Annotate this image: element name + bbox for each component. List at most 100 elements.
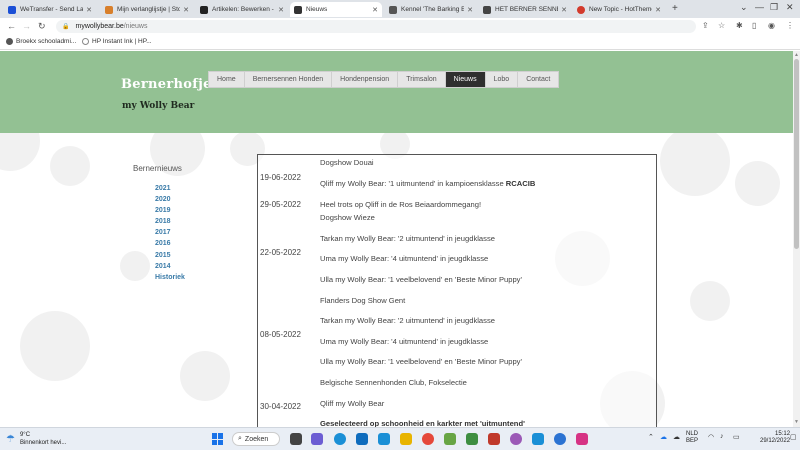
minimize-icon[interactable]: — — [755, 2, 764, 12]
word-icon[interactable] — [356, 433, 368, 445]
share-icon[interactable]: ⇪ — [702, 21, 709, 30]
volume-icon[interactable]: ♪ — [720, 433, 724, 440]
edge-icon[interactable] — [334, 433, 346, 445]
tab-wetransfer[interactable]: WeTransfer - Send Larg... ✕ — [4, 2, 96, 17]
year-link-2016[interactable]: 2016 — [155, 238, 185, 249]
close-icon[interactable]: ✕ — [467, 6, 473, 14]
news-item: Ulla my Wolly Bear: '1 veelbelovend' en … — [320, 357, 522, 366]
tab-verlanglijstje[interactable]: Mijn verlanglijstje | Sto... ✕ — [101, 2, 193, 17]
news-item: Dogshow Wieze — [320, 213, 375, 222]
year-link-2018[interactable]: 2018 — [155, 216, 185, 227]
reload-icon[interactable]: ↻ — [38, 21, 46, 32]
mail-icon[interactable] — [378, 433, 390, 445]
close-icon[interactable]: ✕ — [561, 6, 567, 14]
taskbar-search[interactable]: ⌕ Zoeken — [232, 432, 280, 446]
menu-contact[interactable]: Contact — [518, 72, 558, 87]
year-link-2014[interactable]: 2014 — [155, 261, 185, 272]
bookmark-hp-instant-ink[interactable]: HP Instant Ink | HP... — [82, 38, 152, 45]
extensions-icon[interactable]: ✱ — [736, 21, 743, 30]
close-icon[interactable]: ✕ — [655, 6, 661, 14]
app-icon[interactable] — [444, 433, 456, 445]
scroll-down-icon[interactable]: ▼ — [794, 419, 799, 425]
close-icon[interactable]: ✕ — [183, 6, 189, 14]
teams-icon[interactable] — [311, 433, 323, 445]
year-link-2020[interactable]: 2020 — [155, 194, 185, 205]
menu-lobo[interactable]: Lobo — [486, 72, 519, 87]
close-icon[interactable]: ✕ — [372, 6, 378, 14]
news-item: Qliff my Wolly Bear — [320, 399, 385, 408]
year-link-2017[interactable]: 2017 — [155, 227, 185, 238]
menu-hondenpension[interactable]: Hondenpension — [332, 72, 399, 87]
menu-trimsalon[interactable]: Trimsalon — [398, 72, 446, 87]
new-tab-button[interactable]: + — [672, 3, 678, 14]
tab-artikelen[interactable]: Artikelen: Bewerken - E... ✕ — [196, 2, 288, 17]
back-icon[interactable]: ← — [7, 21, 16, 31]
page-scrollbar[interactable]: ▲ ▼ — [793, 51, 800, 427]
year-link-2015[interactable]: 2015 — [155, 250, 185, 261]
filezilla-icon[interactable] — [488, 433, 500, 445]
app-icon[interactable] — [510, 433, 522, 445]
scrollbar-thumb[interactable] — [794, 59, 799, 249]
file-explorer-icon[interactable] — [400, 433, 412, 445]
site-logo-title[interactable]: Bernerhofje — [121, 77, 212, 92]
news-item: Qliff my Wolly Bear: '1 uitmuntend' in k… — [320, 179, 536, 188]
chevron-down-icon[interactable]: ⌄ — [740, 2, 748, 13]
news-item: Flanders Dog Show Gent — [320, 296, 406, 305]
year-link-2021[interactable]: 2021 — [155, 183, 185, 194]
start-button[interactable] — [212, 433, 224, 445]
lock-icon: 🔒 — [62, 24, 70, 30]
tab-new-topic[interactable]: New Topic - HotTheme... ✕ — [573, 2, 665, 17]
onedrive-icon[interactable]: ☁ — [660, 433, 667, 441]
maximize-icon[interactable]: ❐ — [770, 2, 778, 13]
news-table: 19-06-2022 29-05-2022 22-05-2022 08-05-2… — [257, 154, 657, 427]
chevron-up-icon[interactable]: ⌃ — [648, 433, 654, 441]
close-icon[interactable]: ✕ — [278, 6, 284, 14]
bookmark-star-icon[interactable]: ☆ — [718, 21, 725, 30]
menu-icon[interactable]: ⋮ — [786, 21, 794, 30]
sidebar-icon[interactable]: ▯ — [752, 21, 756, 30]
news-item: Tarkan my Wolly Bear: '2 uitmuntend' in … — [320, 316, 495, 325]
app-icon[interactable] — [532, 433, 544, 445]
task-view-icon[interactable] — [290, 433, 302, 445]
system-clock[interactable]: 15:12 29/12/2022 — [760, 431, 790, 445]
site-logo-subtitle: my Wolly Bear — [122, 101, 195, 111]
menu-bernersennen-honden[interactable]: Bernersennen Honden — [245, 72, 333, 87]
weather-widget[interactable]: ☂ 9°C Binnenkort hevi... — [6, 431, 66, 447]
close-icon[interactable]: ✕ — [86, 6, 92, 14]
globe-icon — [82, 38, 89, 45]
menu-nieuws[interactable]: Nieuws — [445, 72, 486, 87]
window-close-icon[interactable]: ✕ — [786, 2, 794, 13]
tab-berner-sennen[interactable]: HET BERNER SENNEN ... ✕ — [479, 2, 571, 17]
hottheme-icon — [577, 5, 585, 14]
menu-home[interactable]: Home — [209, 72, 245, 87]
news-item: Uma my Wolly Bear: '4 uitmuntend' in jeu… — [320, 337, 489, 346]
tab-nieuws[interactable]: Nieuws ✕ — [290, 2, 382, 17]
profile-icon[interactable]: ◉ — [768, 21, 775, 30]
wifi-icon[interactable]: ◠ — [708, 433, 714, 441]
address-bar: ← → ↻ 🔒 mywollybear.be/nieuws ⇪ ☆ ✱ ▯ ◉ … — [0, 18, 800, 35]
bookmarks-bar: Broekx schooladmi... HP Instant Ink | HP… — [0, 35, 800, 50]
web-page: Bernerhofje my Wolly Bear Home Bernersen… — [0, 51, 793, 427]
news-date: 19-06-2022 — [260, 173, 301, 182]
app-icon[interactable] — [576, 433, 588, 445]
year-link-historiek[interactable]: Historiek — [155, 272, 185, 283]
tab-kennel[interactable]: Kennel 'The Barking Bi... ✕ — [385, 2, 477, 17]
scroll-up-icon[interactable]: ▲ — [794, 52, 799, 58]
language-indicator[interactable]: NLD BEP — [686, 431, 698, 445]
url-field[interactable]: 🔒 mywollybear.be/nieuws — [56, 20, 696, 33]
news-item: Belgische Sennenhonden Club, Fokselectie — [320, 378, 467, 387]
battery-icon[interactable]: ▭ — [733, 433, 740, 441]
excel-icon[interactable] — [466, 433, 478, 445]
sidebar: Bernernieuws — [133, 164, 182, 183]
notification-icon[interactable]: ▢ — [790, 433, 797, 441]
cloud-icon[interactable]: ☁ — [673, 433, 680, 441]
sidebar-title: Bernernieuws — [133, 164, 182, 173]
bookmark-broekx[interactable]: Broekx schooladmi... — [6, 38, 76, 45]
tab-strip: WeTransfer - Send Larg... ✕ Mijn verlang… — [0, 0, 800, 18]
year-archive-list: 2021 2020 2019 2018 2017 2016 2015 2014 … — [155, 183, 185, 283]
help-icon[interactable] — [554, 433, 566, 445]
forward-icon[interactable]: → — [22, 21, 31, 31]
site-header: Bernerhofje my Wolly Bear Home Bernersen… — [0, 51, 793, 133]
year-link-2019[interactable]: 2019 — [155, 205, 185, 216]
chrome-icon[interactable] — [422, 433, 434, 445]
